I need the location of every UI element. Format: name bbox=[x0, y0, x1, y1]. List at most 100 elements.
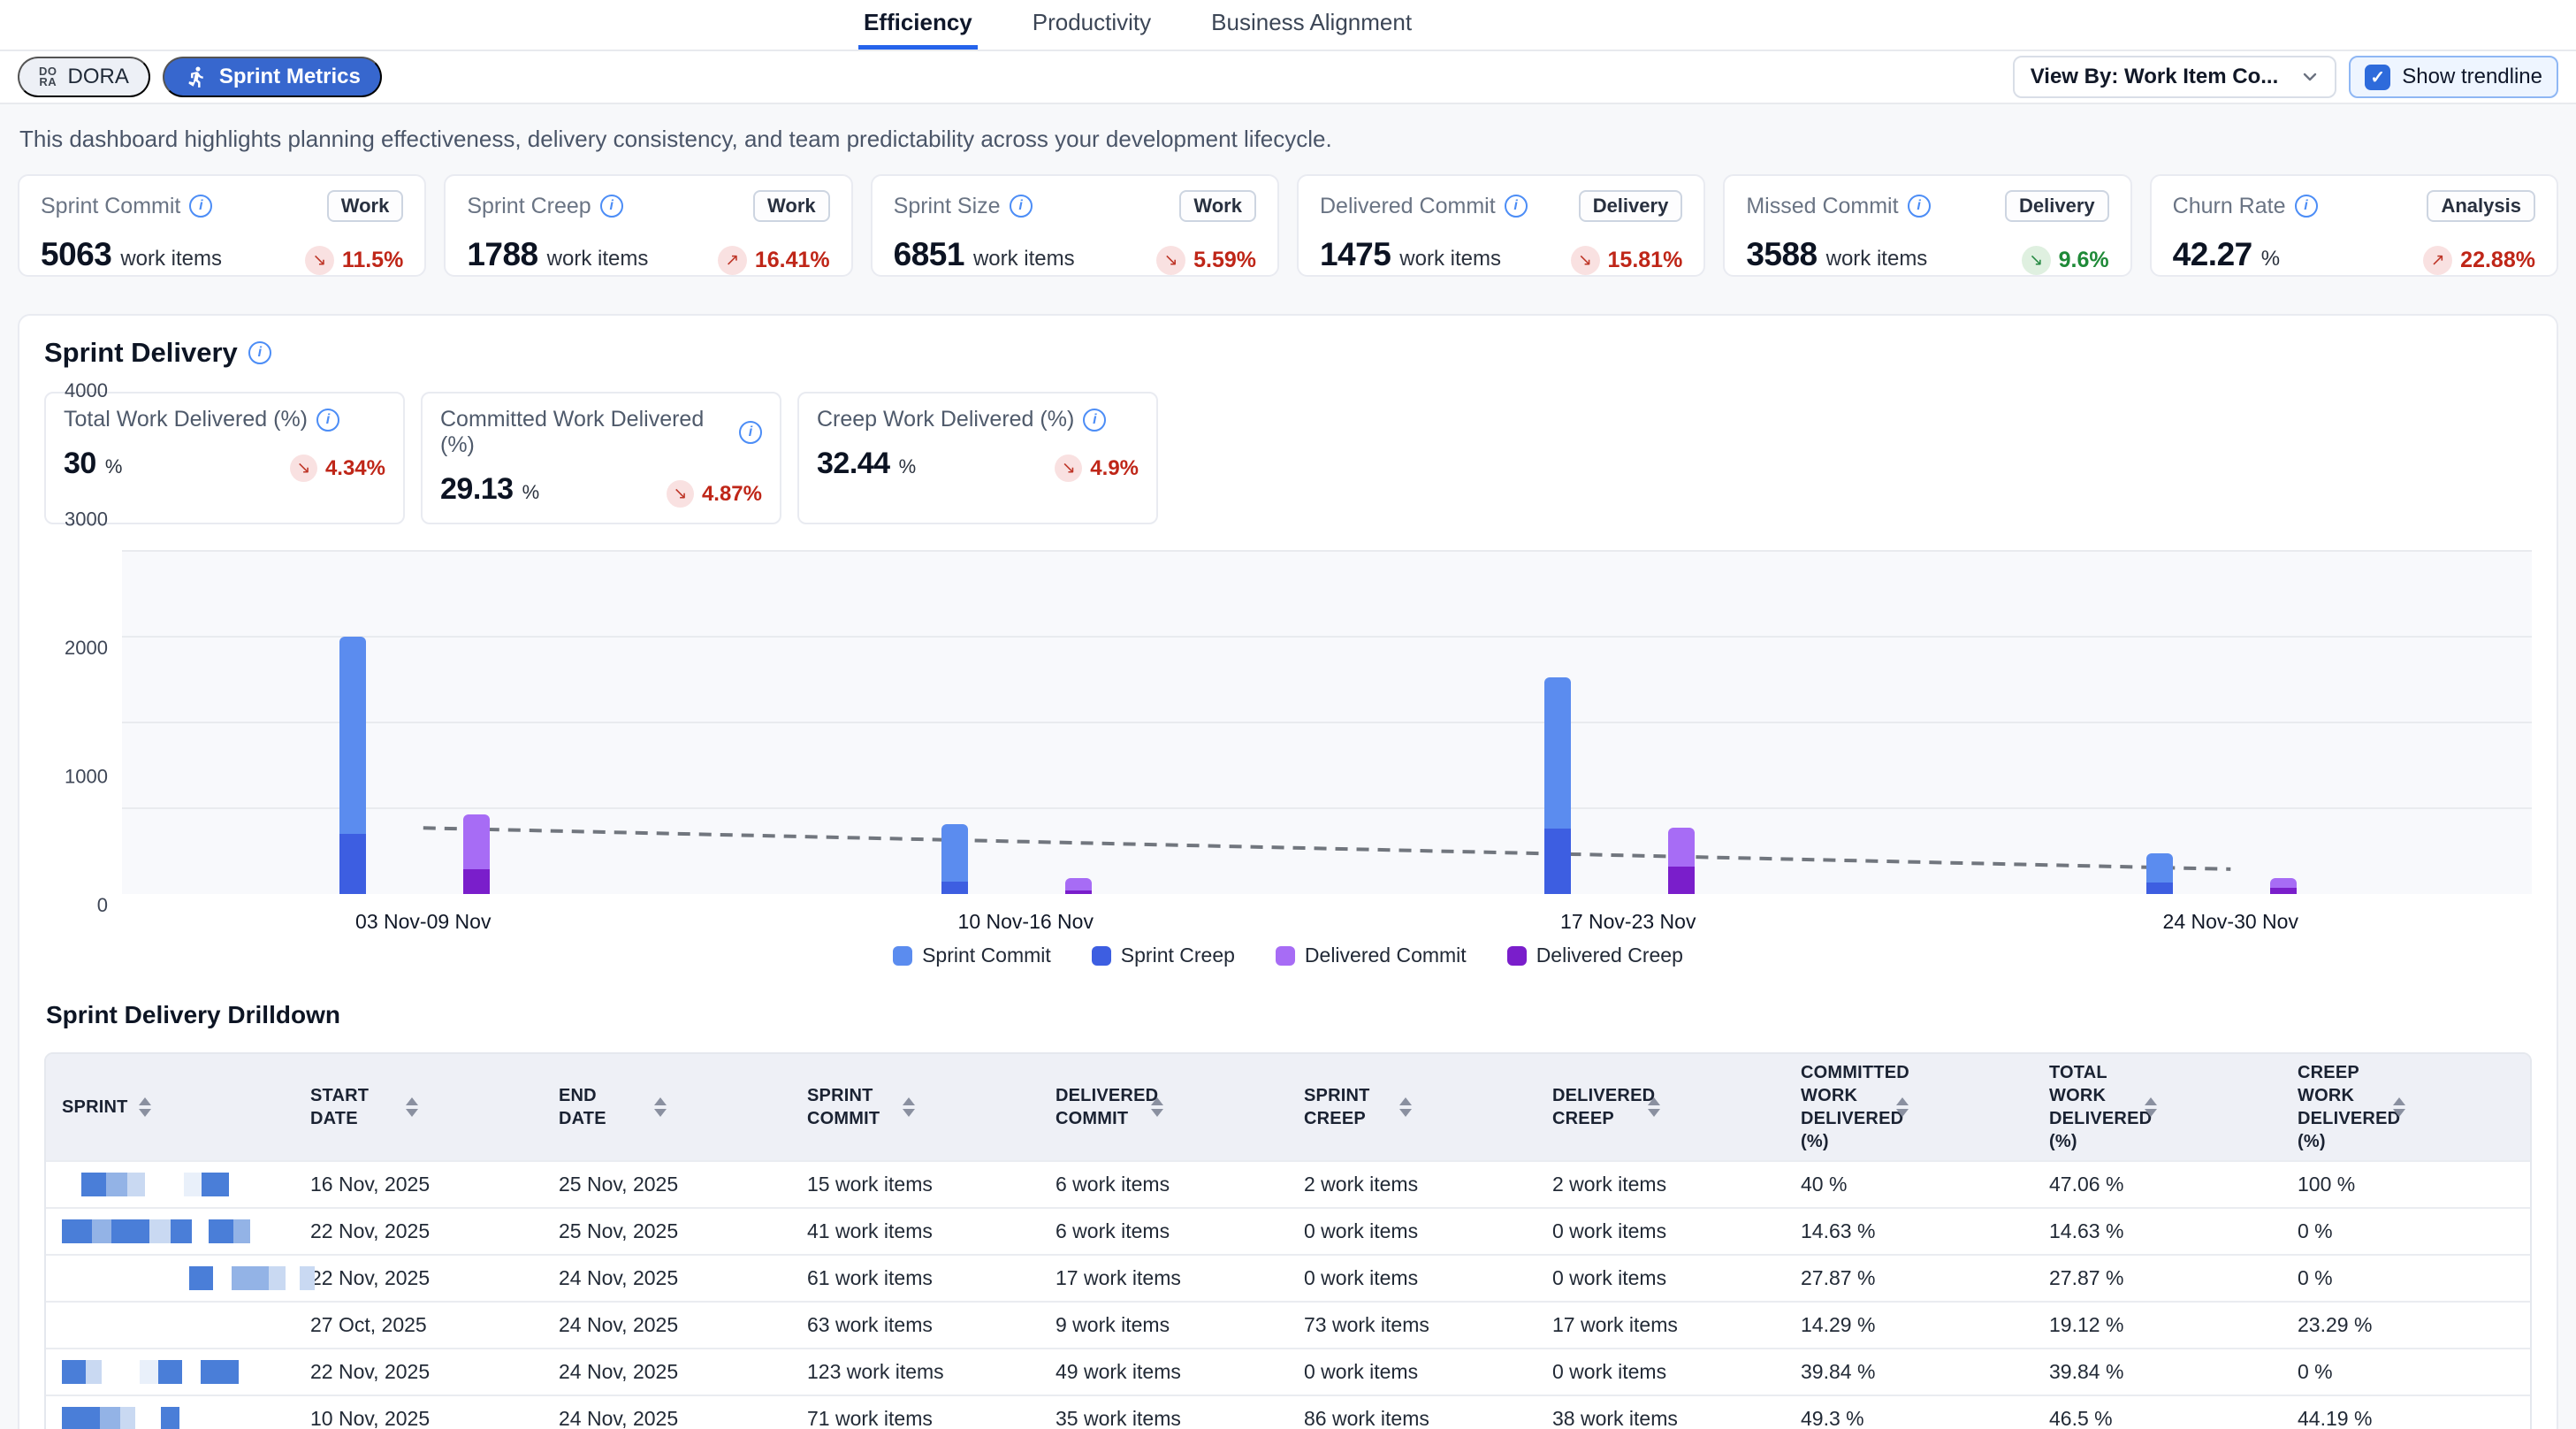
column-header-committed-work-delivered[interactable]: Committed Work Delivered (%) bbox=[1785, 1054, 2033, 1161]
info-icon[interactable]: i bbox=[2295, 195, 2318, 218]
tab-productivity[interactable]: Productivity bbox=[1027, 0, 1156, 50]
table-cell: 10 Nov, 2025 bbox=[294, 1395, 543, 1429]
trend-indicator: ↘4.34% bbox=[290, 455, 385, 482]
metric-card-value: 1788 bbox=[467, 236, 537, 273]
info-icon[interactable]: i bbox=[1505, 195, 1528, 218]
bar-delivered-commit-17-nov-23-nov bbox=[1668, 828, 1695, 894]
column-header-delivered-creep[interactable]: Delivered Creep bbox=[1536, 1054, 1785, 1161]
legend-label: Sprint Creep bbox=[1121, 944, 1235, 967]
table-cell: 16 Nov, 2025 bbox=[294, 1161, 543, 1208]
bar-sprint-commit-03-nov-09-nov bbox=[339, 637, 366, 894]
column-header-creep-work-delivered[interactable]: Creep Work Delivered (%) bbox=[2282, 1054, 2530, 1161]
info-icon[interactable]: i bbox=[316, 409, 339, 432]
column-header-sprint[interactable]: Sprint bbox=[46, 1054, 294, 1161]
bar-segment-delivered-creep bbox=[463, 869, 490, 894]
table-row[interactable]: 27 Oct, 202524 Nov, 202563 work items9 w… bbox=[46, 1302, 2530, 1349]
redaction-block bbox=[140, 1360, 158, 1384]
column-header-delivered-commit[interactable]: Delivered Commit bbox=[1040, 1054, 1288, 1161]
table-cell: 40 % bbox=[1785, 1161, 2033, 1208]
sort-icon[interactable] bbox=[654, 1097, 667, 1117]
redacted-sprint-name bbox=[62, 1173, 278, 1196]
sort-desc-icon bbox=[2145, 1109, 2157, 1117]
legend-item-delivered-creep[interactable]: Delivered Creep bbox=[1507, 944, 1683, 967]
table-cell: 49.3 % bbox=[1785, 1395, 2033, 1429]
sort-icon[interactable] bbox=[903, 1097, 915, 1117]
sort-desc-icon bbox=[139, 1109, 151, 1117]
info-icon[interactable]: i bbox=[189, 195, 212, 218]
metric-card-title: Delivered Commit bbox=[1320, 194, 1496, 219]
sort-icon[interactable] bbox=[2145, 1097, 2157, 1117]
trend-indicator: ↘4.9% bbox=[1055, 455, 1139, 482]
bar-sprint-commit-10-nov-16-nov bbox=[941, 824, 968, 894]
info-icon[interactable]: i bbox=[1010, 195, 1033, 218]
trendline-checkbox[interactable]: ✓ bbox=[2365, 65, 2390, 90]
table-cell: 22 Nov, 2025 bbox=[294, 1255, 543, 1302]
trend-arrow-down-icon: ↘ bbox=[1571, 246, 1600, 275]
info-icon[interactable]: i bbox=[739, 421, 762, 444]
table-cell: 49 work items bbox=[1040, 1349, 1288, 1395]
column-header-label: Sprint Commit bbox=[807, 1084, 892, 1130]
table-row[interactable]: 22 Nov, 202524 Nov, 202561 work items17 … bbox=[46, 1255, 2530, 1302]
legend-item-delivered-commit[interactable]: Delivered Commit bbox=[1276, 944, 1467, 967]
metric-card-value: 5063 bbox=[41, 236, 111, 273]
dashboard-description: This dashboard highlights planning effec… bbox=[19, 126, 2558, 153]
column-header-start-date[interactable]: Start Date bbox=[294, 1054, 543, 1161]
trend-indicator: ↘15.81% bbox=[1571, 246, 1683, 275]
sort-icon[interactable] bbox=[406, 1097, 418, 1117]
table-cell: 38 work items bbox=[1536, 1395, 1785, 1429]
x-tick-label: 03 Nov-09 Nov bbox=[355, 910, 491, 934]
dora-button[interactable]: DORA DORA bbox=[18, 57, 150, 97]
trend-percent: 16.41% bbox=[755, 248, 830, 273]
table-row[interactable]: 22 Nov, 202525 Nov, 202541 work items6 w… bbox=[46, 1208, 2530, 1255]
metric-card-title: Sprint Size bbox=[894, 194, 1001, 219]
tab-efficiency[interactable]: Efficiency bbox=[858, 0, 978, 50]
redaction-block bbox=[106, 1173, 127, 1196]
sort-icon[interactable] bbox=[1399, 1097, 1412, 1117]
column-header-end-date[interactable]: End Date bbox=[543, 1054, 791, 1161]
column-header-sprint-commit[interactable]: Sprint Commit bbox=[791, 1054, 1040, 1161]
metric-card-badge: Work bbox=[753, 190, 830, 222]
column-header-label: Delivered Creep bbox=[1552, 1084, 1637, 1130]
table-row[interactable]: 16 Nov, 202525 Nov, 202515 work items6 w… bbox=[46, 1161, 2530, 1208]
column-header-total-work-delivered[interactable]: Total Work Delivered (%) bbox=[2033, 1054, 2282, 1161]
tab-business-alignment[interactable]: Business Alignment bbox=[1206, 0, 1417, 50]
sprint-metrics-label: Sprint Metrics bbox=[219, 65, 361, 89]
table-cell: 15 work items bbox=[791, 1161, 1040, 1208]
info-icon[interactable]: i bbox=[248, 341, 271, 364]
metric-card-unit: % bbox=[2261, 247, 2280, 271]
info-icon[interactable]: i bbox=[1083, 409, 1106, 432]
sort-icon[interactable] bbox=[1896, 1097, 1909, 1117]
info-icon[interactable]: i bbox=[1908, 195, 1931, 218]
metric-card-title: Churn Rate bbox=[2173, 194, 2286, 219]
redacted-sprint-name bbox=[62, 1219, 278, 1243]
sprint-metrics-button[interactable]: Sprint Metrics bbox=[163, 57, 382, 97]
metric-card-title: Missed Commit bbox=[1746, 194, 1898, 219]
trend-indicator: ↘5.59% bbox=[1156, 246, 1256, 275]
redaction-block bbox=[81, 1173, 105, 1196]
trend-arrow-down-icon: ↘ bbox=[1156, 246, 1185, 275]
metric-card-value: 1475 bbox=[1320, 236, 1391, 273]
chevron-down-icon bbox=[2301, 68, 2319, 86]
trend-arrow-up-icon: ↗ bbox=[718, 246, 747, 275]
sort-icon[interactable] bbox=[139, 1097, 151, 1117]
subcard-unit: % bbox=[899, 455, 917, 478]
sort-icon[interactable] bbox=[2393, 1097, 2405, 1117]
top-tab-bar: Efficiency Productivity Business Alignment bbox=[0, 0, 2576, 51]
chart-y-axis: 01000200030004000 bbox=[44, 551, 122, 894]
info-icon[interactable]: i bbox=[600, 195, 623, 218]
sort-icon[interactable] bbox=[1648, 1097, 1660, 1117]
sort-icon[interactable] bbox=[1151, 1097, 1163, 1117]
column-header-sprint-creep[interactable]: Sprint Creep bbox=[1288, 1054, 1536, 1161]
table-row[interactable]: 22 Nov, 202524 Nov, 2025123 work items49… bbox=[46, 1349, 2530, 1395]
table-row[interactable]: 10 Nov, 202524 Nov, 202571 work items35 … bbox=[46, 1395, 2530, 1429]
view-by-dropdown[interactable]: View By: Work Item Co... bbox=[2013, 56, 2337, 98]
legend-item-sprint-commit[interactable]: Sprint Commit bbox=[893, 944, 1051, 967]
sort-asc-icon bbox=[406, 1097, 418, 1105]
page-content: This dashboard highlights planning effec… bbox=[0, 104, 2576, 1429]
legend-item-sprint-creep[interactable]: Sprint Creep bbox=[1092, 944, 1235, 967]
table-cell: 23.29 % bbox=[2282, 1302, 2530, 1349]
sort-asc-icon bbox=[654, 1097, 667, 1105]
show-trendline-toggle[interactable]: ✓ Show trendline bbox=[2349, 56, 2558, 98]
bar-segment-sprint-commit bbox=[339, 637, 366, 834]
sort-asc-icon bbox=[1151, 1097, 1163, 1105]
